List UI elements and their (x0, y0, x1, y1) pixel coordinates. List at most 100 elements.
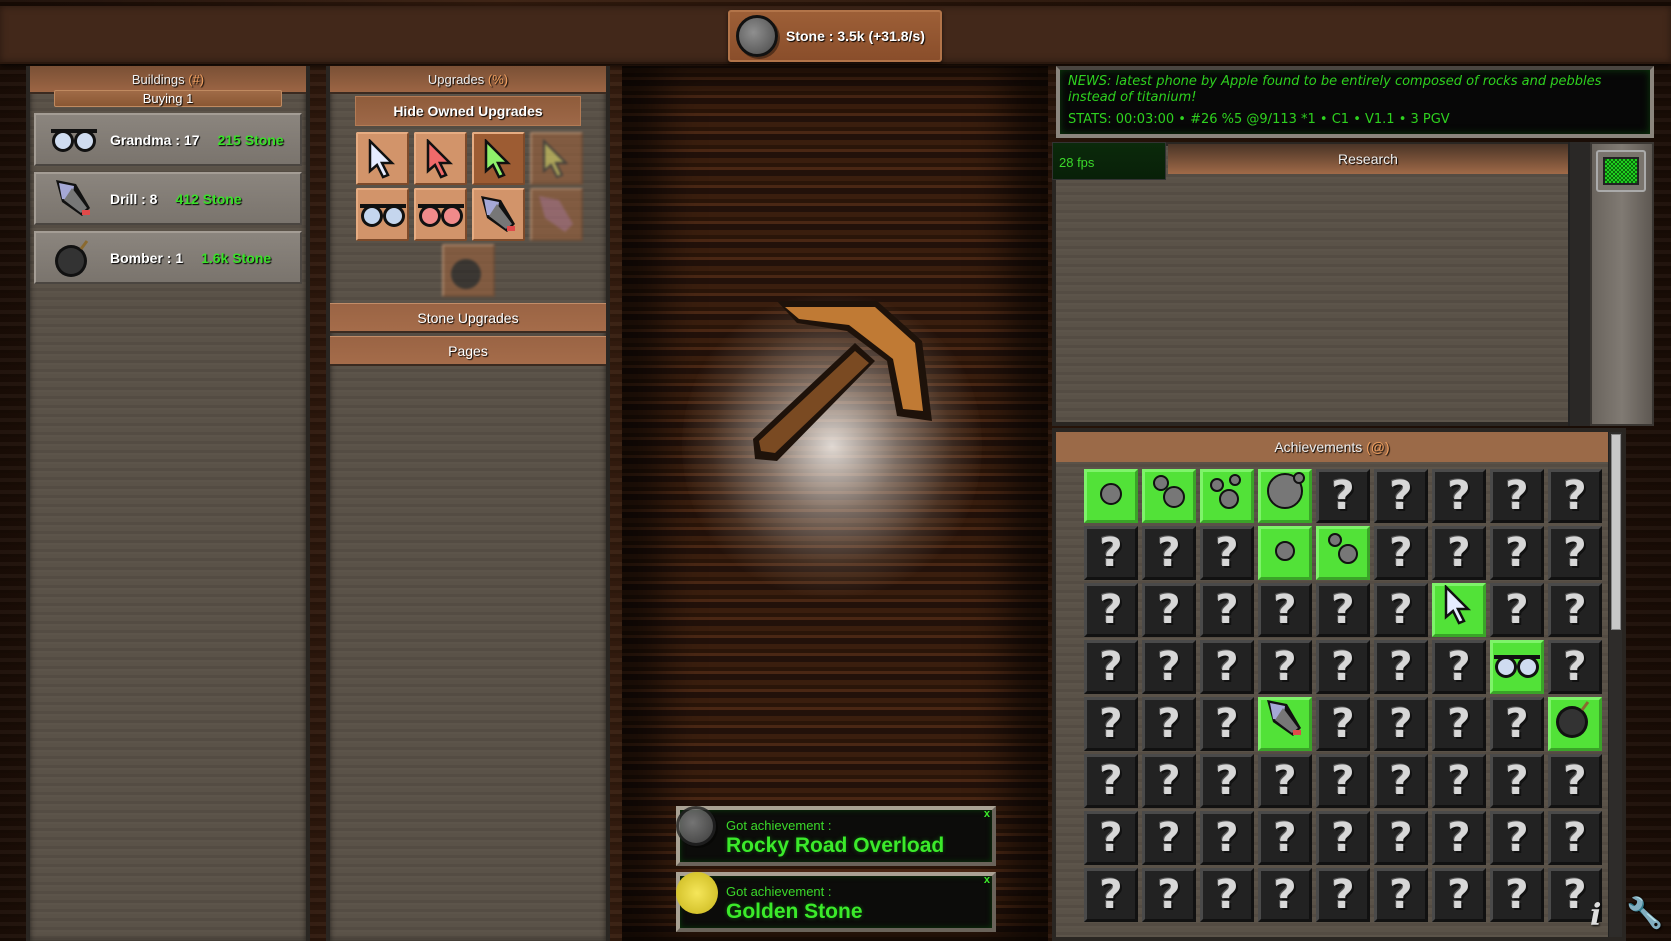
close-icon[interactable]: x (984, 808, 990, 820)
achievement-stone1[interactable] (1084, 469, 1138, 523)
achievement-glasses[interactable] (1490, 640, 1544, 694)
achievement-locked[interactable]: ? (1432, 754, 1486, 808)
achievement-locked[interactable]: ? (1374, 697, 1428, 751)
achievement-locked[interactable]: ? (1200, 697, 1254, 751)
achievement-locked[interactable]: ? (1548, 640, 1602, 694)
achievement-bomb[interactable] (1548, 697, 1602, 751)
achievement-locked[interactable]: ? (1084, 526, 1138, 580)
achievement-pebble1[interactable] (1258, 526, 1312, 580)
achievement-locked[interactable]: ? (1142, 754, 1196, 808)
achievement-locked[interactable]: ? (1374, 811, 1428, 865)
building-drill[interactable]: Drill : 8 412 Stone (34, 172, 302, 225)
green-screen-icon[interactable] (1596, 150, 1646, 192)
achievement-locked[interactable]: ? (1142, 697, 1196, 751)
achievement-locked[interactable]: ? (1258, 583, 1312, 637)
achievement-locked[interactable]: ? (1142, 583, 1196, 637)
achievement-locked[interactable]: ? (1432, 469, 1486, 523)
achievement-locked[interactable]: ? (1548, 583, 1602, 637)
research-scrollbar[interactable] (1568, 142, 1590, 426)
achievement-locked[interactable]: ? (1374, 640, 1428, 694)
achievement-locked[interactable]: ? (1084, 640, 1138, 694)
achievement-locked[interactable]: ? (1200, 583, 1254, 637)
stone3-icon (1207, 471, 1247, 521)
achievement-locked[interactable]: ? (1374, 469, 1428, 523)
upgrade-pink-drill[interactable] (530, 188, 583, 241)
achievement-locked[interactable]: ? (1374, 583, 1428, 637)
achievement-locked[interactable]: ? (1490, 868, 1544, 922)
achievement-locked[interactable]: ? (1316, 697, 1370, 751)
building-bomber[interactable]: Bomber : 1 1.6k Stone (34, 231, 302, 284)
achievement-locked[interactable]: ? (1548, 754, 1602, 808)
achievement-locked[interactable]: ? (1490, 697, 1544, 751)
info-icon[interactable]: i (1590, 898, 1601, 933)
achievement-locked[interactable]: ? (1316, 811, 1370, 865)
upgrade-white-cursor[interactable] (356, 132, 409, 185)
upgrade-red-cursor[interactable] (414, 132, 467, 185)
achievement-locked[interactable]: ? (1316, 868, 1370, 922)
upgrade-yellow-cursor[interactable] (530, 132, 583, 185)
building-grandma[interactable]: Grandma : 17 215 Stone (34, 113, 302, 166)
upgrade-red-glasses[interactable] (414, 188, 467, 241)
buying-amount-button[interactable]: Buying 1 (54, 90, 282, 107)
achievement-locked[interactable]: ? (1316, 469, 1370, 523)
achievement-locked[interactable]: ? (1432, 868, 1486, 922)
upgrade-blue-drill[interactable] (472, 188, 525, 241)
achievement-locked[interactable]: ? (1490, 469, 1544, 523)
achievement-drill[interactable] (1258, 697, 1312, 751)
achievement-locked[interactable]: ? (1374, 526, 1428, 580)
achievement-locked[interactable]: ? (1258, 811, 1312, 865)
hide-owned-upgrades-button[interactable]: Hide Owned Upgrades (355, 96, 581, 126)
research-header[interactable]: Research (1168, 144, 1568, 174)
achievement-locked[interactable]: ? (1142, 811, 1196, 865)
achievement-cursor[interactable] (1432, 583, 1486, 637)
achievement-locked[interactable]: ? (1200, 526, 1254, 580)
achievement-locked[interactable]: ? (1316, 583, 1370, 637)
achievement-stone2[interactable] (1142, 469, 1196, 523)
achievement-locked[interactable]: ? (1432, 526, 1486, 580)
building-cost: 412 Stone (175, 190, 242, 207)
achievement-pebble2[interactable] (1316, 526, 1370, 580)
achievement-locked[interactable]: ? (1258, 754, 1312, 808)
achievement-locked[interactable]: ? (1258, 640, 1312, 694)
achievement-locked[interactable]: ? (1084, 754, 1138, 808)
achievement-locked[interactable]: ? (1200, 754, 1254, 808)
achievement-locked[interactable]: ? (1200, 640, 1254, 694)
achievement-locked[interactable]: ? (1432, 640, 1486, 694)
achievement-locked[interactable]: ? (1432, 811, 1486, 865)
achievement-locked[interactable]: ? (1084, 583, 1138, 637)
achievement-locked[interactable]: ? (1548, 526, 1602, 580)
achievement-locked[interactable]: ? (1432, 697, 1486, 751)
pickaxe-button[interactable] (737, 281, 967, 511)
achievement-locked[interactable]: ? (1374, 868, 1428, 922)
question-mark-icon: ? (1563, 872, 1587, 918)
upgrade-green-cursor[interactable] (472, 132, 525, 185)
achievement-locked[interactable]: ? (1316, 640, 1370, 694)
achievement-locked[interactable]: ? (1490, 583, 1544, 637)
achievement-locked[interactable]: ? (1142, 526, 1196, 580)
achievement-locked[interactable]: ? (1200, 868, 1254, 922)
achievement-locked[interactable]: ? (1142, 640, 1196, 694)
achievement-stone3[interactable] (1200, 469, 1254, 523)
achievement-locked[interactable]: ? (1258, 868, 1312, 922)
achievement-locked[interactable]: ? (1316, 754, 1370, 808)
achievement-locked[interactable]: ? (1142, 868, 1196, 922)
achievements-scrollbar[interactable] (1608, 432, 1622, 937)
pages-button[interactable]: Pages (330, 336, 606, 366)
achievement-locked[interactable]: ? (1200, 811, 1254, 865)
achievement-locked[interactable]: ? (1084, 811, 1138, 865)
achievement-locked[interactable]: ? (1084, 868, 1138, 922)
stone-upgrades-button[interactable]: Stone Upgrades (330, 303, 606, 333)
achievement-locked[interactable]: ? (1490, 526, 1544, 580)
achievement-locked[interactable]: ? (1374, 754, 1428, 808)
upgrade-bomb[interactable] (442, 244, 495, 297)
achievement-locked[interactable]: ? (1490, 811, 1544, 865)
achievement-locked[interactable]: ? (1548, 811, 1602, 865)
upgrade-blue-glasses[interactable] (356, 188, 409, 241)
achievement-locked[interactable]: ? (1490, 754, 1544, 808)
achievement-locked[interactable]: ? (1084, 697, 1138, 751)
achievement-stone4[interactable] (1258, 469, 1312, 523)
wrench-icon[interactable]: 🔧 (1626, 896, 1663, 931)
achievement-locked[interactable]: ? (1548, 469, 1602, 523)
scrollbar-thumb[interactable] (1611, 434, 1621, 630)
close-icon[interactable]: x (984, 874, 990, 886)
